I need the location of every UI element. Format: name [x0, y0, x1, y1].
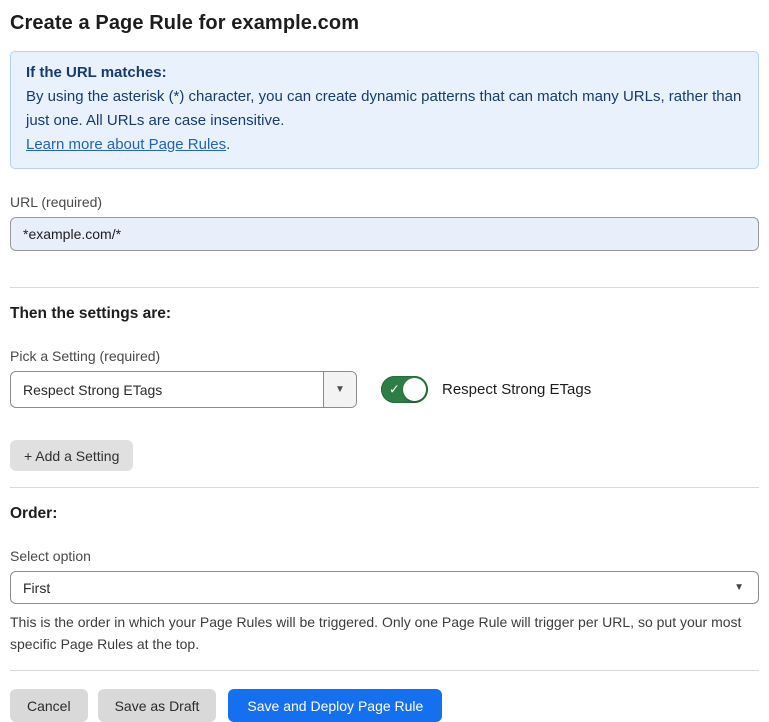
save-as-draft-button[interactable]: Save as Draft: [98, 689, 217, 722]
order-select[interactable]: First ▼: [10, 571, 759, 604]
setting-row: Respect Strong ETags ▼ ✓ Respect Strong …: [10, 371, 759, 408]
learn-more-link[interactable]: Learn more about Page Rules: [26, 136, 226, 153]
setting-dropdown-arrow-button[interactable]: ▼: [323, 372, 356, 407]
pick-setting-label: Pick a Setting (required): [10, 348, 759, 364]
toggle-label: Respect Strong ETags: [442, 381, 591, 398]
link-suffix-period: .: [226, 136, 230, 153]
divider: [10, 487, 759, 488]
add-setting-button[interactable]: + Add a Setting: [10, 440, 133, 471]
order-select-value: First: [23, 580, 50, 596]
order-help-text: This is the order in which your Page Rul…: [10, 611, 755, 655]
page-title: Create a Page Rule for example.com: [10, 12, 759, 35]
divider: [10, 670, 759, 671]
save-and-deploy-button[interactable]: Save and Deploy Page Rule: [228, 689, 442, 722]
toggle-knob: [403, 378, 426, 401]
respect-strong-etags-toggle[interactable]: ✓: [381, 376, 428, 403]
info-box-body-text: By using the asterisk (*) character, you…: [26, 88, 741, 129]
setting-dropdown[interactable]: Respect Strong ETags ▼: [10, 371, 357, 408]
settings-section-heading: Then the settings are:: [10, 305, 759, 323]
info-box-body: By using the asterisk (*) character, you…: [26, 85, 743, 157]
footer-actions: Cancel Save as Draft Save and Deploy Pag…: [10, 689, 759, 722]
divider: [10, 287, 759, 288]
page-rule-form: Create a Page Rule for example.com If th…: [0, 0, 769, 722]
url-field-label: URL (required): [10, 194, 759, 210]
chevron-down-icon: ▼: [335, 385, 345, 395]
setting-dropdown-value: Respect Strong ETags: [11, 372, 323, 407]
check-icon: ✓: [389, 381, 400, 397]
order-section-heading: Order:: [10, 505, 759, 523]
chevron-down-icon: ▼: [734, 583, 744, 593]
url-input[interactable]: [10, 217, 759, 251]
url-match-info-box: If the URL matches: By using the asteris…: [10, 51, 759, 169]
cancel-button[interactable]: Cancel: [10, 689, 88, 722]
info-box-heading: If the URL matches:: [26, 61, 743, 85]
select-option-label: Select option: [10, 548, 759, 564]
